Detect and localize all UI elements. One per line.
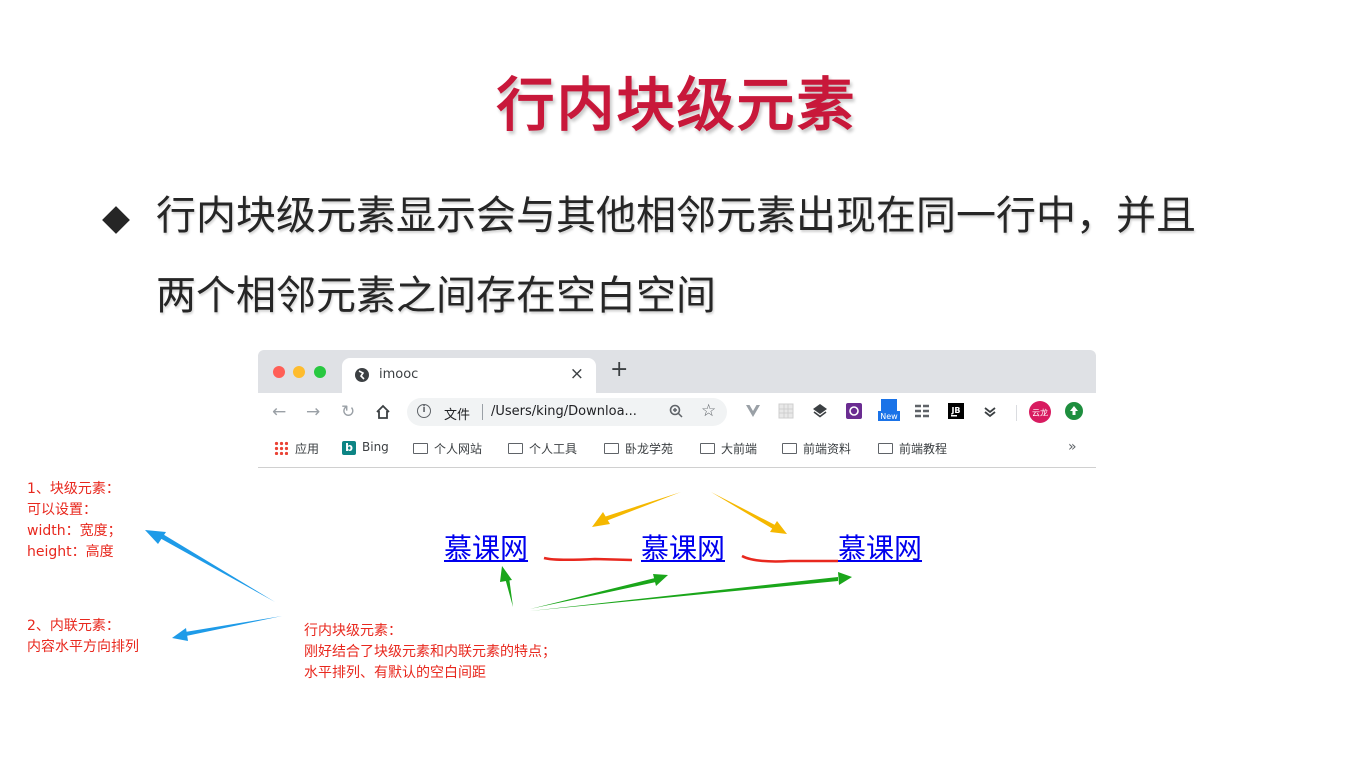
red-underline bbox=[543, 556, 633, 562]
yellow-arrow bbox=[592, 492, 681, 527]
blue-arrow bbox=[145, 530, 275, 602]
blue-arrow bbox=[172, 616, 282, 641]
yellow-arrow bbox=[711, 492, 787, 534]
annotation-overlay bbox=[145, 492, 852, 641]
green-arrow bbox=[500, 566, 513, 607]
red-underline bbox=[741, 554, 838, 563]
green-arrow bbox=[530, 572, 852, 611]
